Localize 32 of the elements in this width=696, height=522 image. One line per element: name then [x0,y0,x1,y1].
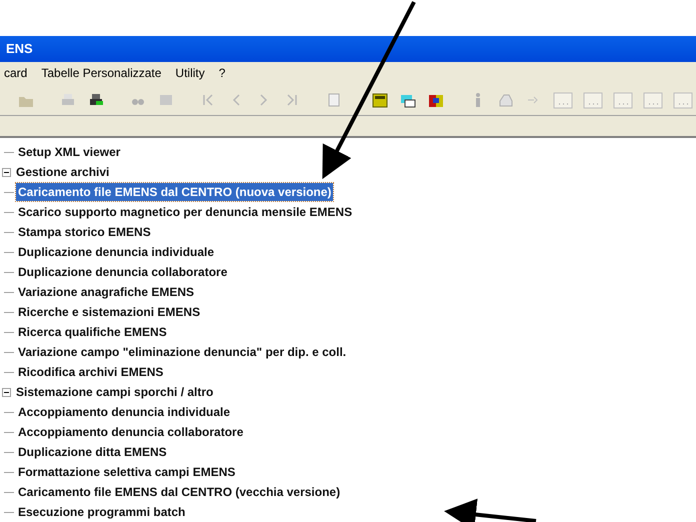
tree-item[interactable]: Accoppiamento denuncia individuale [16,403,232,421]
tree-item[interactable]: Duplicazione denuncia collaboratore [16,263,230,281]
ellipsis-icon[interactable] [553,90,573,108]
menu-item[interactable]: Tabelle Personalizzate [41,67,162,79]
floppy-icon[interactable] [371,90,389,108]
tree-item[interactable]: Variazione anagrafiche EMENS [16,283,196,301]
ellipsis-icon[interactable] [643,90,663,108]
ellipsis-icon[interactable] [673,90,693,108]
collapse-icon[interactable] [2,388,11,396]
tree-item[interactable]: Ricerche e sistemazioni EMENS [16,303,202,321]
tree-item[interactable]: Gestione archivi [14,163,112,181]
ellipsis-icon[interactable] [583,90,603,108]
collapse-icon[interactable] [2,168,11,176]
tree-item[interactable]: Duplicazione denuncia individuale [16,243,216,261]
tree-item[interactable]: Caricamento file EMENS dal CENTRO (nuova versione) [16,183,334,201]
tree-item[interactable]: Duplicazione ditta EMENS [16,443,169,461]
tree-item[interactable]: Variazione campo "eliminazione denuncia" per dip. e coll. [16,343,348,361]
tree-item[interactable]: Accoppiamento denuncia collaboratore [16,423,246,441]
menu-item[interactable]: ? [218,67,226,79]
tree-item[interactable]: Ricodifica archivi EMENS [16,363,166,381]
tree-item[interactable]: Formattazione selettiva campi EMENS [16,463,238,481]
tree-item[interactable]: Esecuzione programmi batch [16,503,188,521]
tree-item[interactable]: Setup XML viewer [16,143,122,161]
ellipsis-icon[interactable] [613,90,633,108]
tree-item[interactable]: Stampa storico EMENS [16,223,153,241]
tree-item[interactable]: Ricerca qualifiche EMENS [16,323,169,341]
window-title: ENS [6,40,33,58]
menu-item[interactable]: Utility [175,67,205,79]
tree-item[interactable]: Caricamento file EMENS dal CENTRO (vecchia versione) [16,483,342,501]
menu-item[interactable]: card [4,67,28,79]
tree-item[interactable]: Sistemazione campi sporchi / altro [14,383,216,401]
tree-item[interactable]: Scarico supporto magnetico per denuncia mensile EMENS [16,203,354,221]
